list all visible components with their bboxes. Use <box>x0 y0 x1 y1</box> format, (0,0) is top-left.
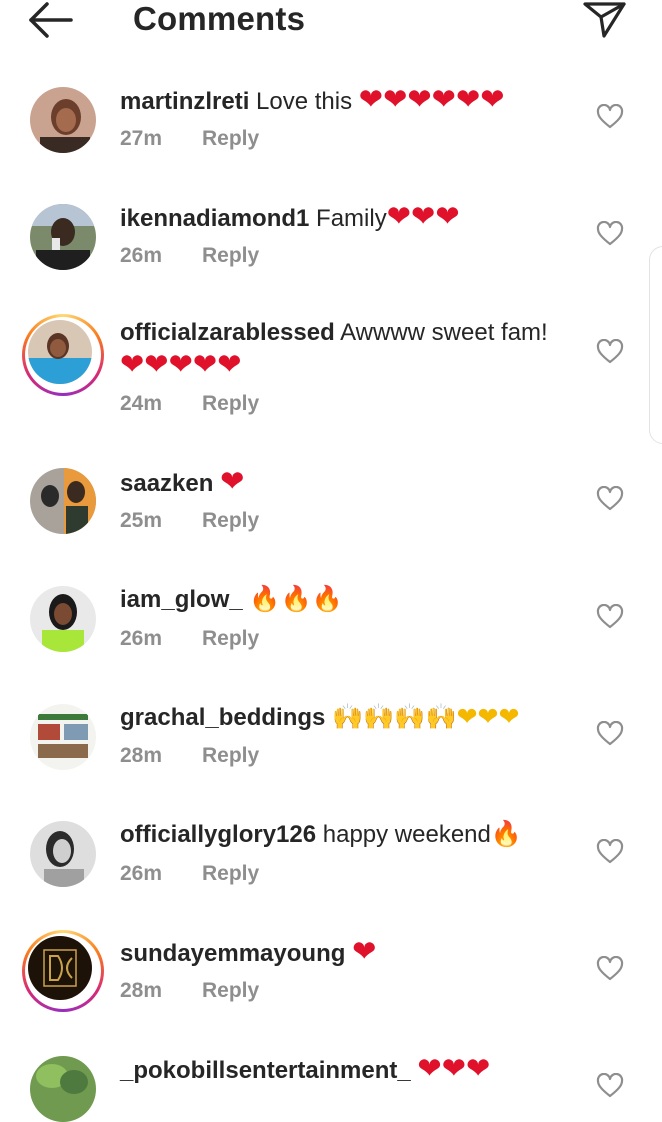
comments-list: martinzlreti Love this ❤❤❤❤❤❤ 27m Reply i… <box>0 0 662 1122</box>
dream-chasers-logo <box>28 936 92 1000</box>
comment-meta: 28m Reply <box>120 743 259 769</box>
heart-emoji: ❤❤❤❤❤ <box>120 347 242 381</box>
comment-time: 26m <box>120 627 163 650</box>
avatar[interactable] <box>30 1056 96 1122</box>
comment-body: Family <box>316 205 387 232</box>
comment-text: _pokobillsentertainment_ ❤❤❤ <box>120 1053 490 1086</box>
avatar-photo <box>30 1056 96 1122</box>
comment-username[interactable]: _pokobillsentertainment_ <box>120 1057 411 1084</box>
comment-text: iam_glow_ 🔥🔥🔥 <box>120 584 343 615</box>
comment-meta: 28m Reply <box>120 978 259 1004</box>
like-button[interactable] <box>596 339 624 365</box>
heart-outline-icon <box>596 1073 624 1098</box>
heart-outline-icon <box>596 839 624 864</box>
fire-emoji: 🔥🔥🔥 <box>249 584 343 613</box>
comment-body: happy weekend <box>322 821 491 848</box>
reply-button[interactable]: Reply <box>202 862 259 885</box>
heart-emoji: ❤ <box>352 934 377 968</box>
reply-button[interactable]: Reply <box>202 244 259 267</box>
avatar <box>28 936 92 1000</box>
like-button[interactable] <box>596 839 624 865</box>
comment-body: Awwww sweet fam! <box>340 319 548 346</box>
comment-time: 26m <box>120 244 163 267</box>
comment-username[interactable]: martinzlreti <box>120 88 249 115</box>
heart-outline-icon <box>596 604 624 629</box>
like-button[interactable] <box>596 104 624 130</box>
heart-outline-icon <box>596 721 624 746</box>
heart-emoji: ❤ <box>220 464 245 498</box>
heart-outline-icon <box>596 956 624 981</box>
fire-emoji: 🔥 <box>490 819 523 848</box>
comment-username[interactable]: saazken <box>120 470 213 497</box>
heart-outline-icon <box>596 221 624 246</box>
reply-button[interactable]: Reply <box>202 509 259 532</box>
comment-username[interactable]: iam_glow_ <box>120 586 243 613</box>
avatar-photo <box>30 468 96 534</box>
avatar-photo <box>30 704 96 770</box>
comment-text: officialzarablessed Awwww sweet fam! <box>120 318 548 348</box>
comment-body: Love this <box>256 88 359 115</box>
comment-time: 28m <box>120 744 163 767</box>
comment-time: 26m <box>120 862 163 885</box>
comment-meta: 25m Reply <box>120 508 259 534</box>
avatar-photo <box>30 87 96 153</box>
heart-outline-icon <box>596 486 624 511</box>
comment-meta: 26m Reply <box>120 243 259 269</box>
heart-outline-icon <box>596 339 624 364</box>
comment-username[interactable]: sundayemmayoung <box>120 940 345 967</box>
comment-text: sundayemmayoung ❤ <box>120 936 376 969</box>
avatar[interactable] <box>30 704 96 770</box>
like-button[interactable] <box>596 486 624 512</box>
avatar[interactable] <box>30 204 96 270</box>
comment-text: ikennadiamond1 Family❤❤❤ <box>120 201 460 234</box>
reply-button[interactable]: Reply <box>202 627 259 650</box>
like-button[interactable] <box>596 956 624 982</box>
avatar-photo <box>28 320 92 384</box>
avatar-story-ring[interactable] <box>22 930 104 1012</box>
avatar[interactable] <box>30 87 96 153</box>
avatar-photo <box>30 586 96 652</box>
comment-username[interactable]: officiallyglory126 <box>120 821 316 848</box>
reply-button[interactable]: Reply <box>202 979 259 1002</box>
reply-button[interactable]: Reply <box>202 127 259 150</box>
heart-emoji: ❤❤❤❤❤❤ <box>358 82 505 116</box>
avatar[interactable] <box>30 468 96 534</box>
reply-button[interactable]: Reply <box>202 392 259 415</box>
avatar[interactable] <box>30 586 96 652</box>
comment-text: martinzlreti Love this ❤❤❤❤❤❤ <box>120 84 505 117</box>
avatar-photo <box>30 821 96 887</box>
heart-outline-icon <box>596 104 624 129</box>
like-button[interactable] <box>596 721 624 747</box>
reply-button[interactable]: Reply <box>202 744 259 767</box>
avatar <box>28 320 92 384</box>
comment-text: grachal_beddings 🙌🙌🙌🙌❤❤❤ <box>120 702 519 733</box>
comment-meta: 27m Reply <box>120 126 259 152</box>
comment-text-continued: ❤❤❤❤❤ <box>120 349 242 382</box>
comment-time: 28m <box>120 979 163 1002</box>
like-button[interactable] <box>596 604 624 630</box>
comment-text: saazken ❤ <box>120 466 244 499</box>
heart-emoji: ❤❤❤ <box>417 1051 491 1085</box>
comment-username[interactable]: grachal_beddings <box>120 704 325 731</box>
like-button[interactable] <box>596 1073 624 1099</box>
heart-emoji: ❤❤❤ <box>386 199 460 233</box>
comment-text: officiallyglory126 happy weekend🔥 <box>120 819 522 850</box>
comment-time: 27m <box>120 127 163 150</box>
comment-username[interactable]: ikennadiamond1 <box>120 205 309 232</box>
like-button[interactable] <box>596 221 624 247</box>
raising-hands-emoji: 🙌🙌🙌🙌❤❤❤ <box>332 702 520 731</box>
comment-time: 25m <box>120 509 163 532</box>
avatar-story-ring[interactable] <box>22 314 104 396</box>
avatar[interactable] <box>30 821 96 887</box>
comment-meta: 26m Reply <box>120 861 259 887</box>
side-scroll-handle[interactable] <box>649 246 662 444</box>
comment-meta: 26m Reply <box>120 626 259 652</box>
avatar-photo <box>30 204 96 270</box>
comment-meta: 24m Reply <box>120 391 259 417</box>
comment-time: 24m <box>120 392 163 415</box>
comment-username[interactable]: officialzarablessed <box>120 319 335 346</box>
